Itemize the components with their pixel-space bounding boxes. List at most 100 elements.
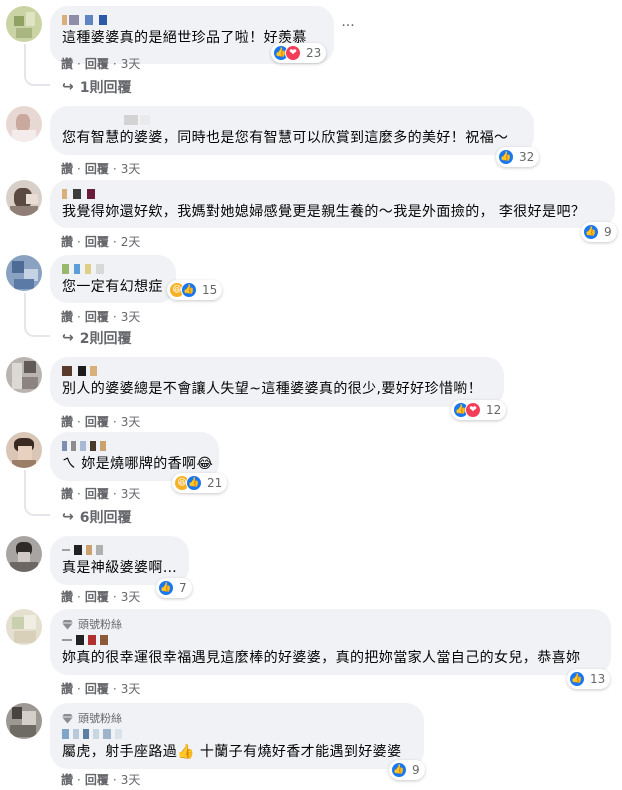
like-button[interactable]: 讚 [61,160,73,177]
comment-actions: 讚 · 回覆 · 3天 [61,160,141,177]
avatar[interactable] [6,255,42,291]
comment-actions: 讚 · 回覆 · 3天 [61,771,141,788]
thread-line [24,293,50,337]
view-replies-link[interactable]: ↪ 6則回覆 [62,507,131,527]
comment-bubble: 我覺得妳還好欸，我媽對她媳婦感覺更是親生養的～我是外面撿的， 李很好是吧？ [50,180,615,228]
reply-button[interactable]: 回覆 [85,680,109,697]
thread-line [24,44,50,86]
comment-bubble: 您有智慧的婆婆，同時也是您有智慧可以欣賞到這麼多的美好！祝福～ [50,106,534,155]
commenter-name[interactable] [62,633,599,647]
reaction-summary[interactable]: 👍 ❤ 23 [271,43,327,63]
commenter-name[interactable] [62,262,164,276]
view-replies-link[interactable]: ↪ 1則回覆 [62,77,131,97]
comment-bubble: 頭號粉絲 屬虎，射手座路過👍 十蘭子有燒好香才能遇到好婆婆 [50,703,424,769]
like-reaction-icon: 👍 [186,475,202,491]
comment-text: 真是神級婆婆啊… [62,560,178,576]
comment-time[interactable]: 3天 [121,413,141,430]
thread-line [24,470,50,516]
commenter-name[interactable] [62,113,522,127]
comment-time[interactable]: 3天 [121,588,141,605]
reaction-summary[interactable]: 😆 👍 15 [167,280,223,300]
comment-actions: 讚 · 回覆 · 2天 [61,233,141,250]
reaction-count: 9 [604,225,612,239]
like-button[interactable]: 讚 [61,308,73,325]
reply-button[interactable]: 回覆 [85,588,109,605]
avatar[interactable] [6,6,42,42]
reaction-summary[interactable]: 👍 32 [496,147,540,167]
comment-time[interactable]: 3天 [121,485,141,502]
love-reaction-icon: ❤ [465,402,481,418]
reply-button[interactable]: 回覆 [85,308,109,325]
reaction-summary[interactable]: 👍 ❤ 12 [451,400,507,420]
comment-time[interactable]: 2天 [121,233,141,250]
comment-text: 妳真的很幸運很幸福遇見這麼棒的好婆婆，真的把妳當家人當自己的女兒，恭喜妳 [62,650,581,666]
reply-button[interactable]: 回覆 [85,55,109,72]
diamond-badge-icon [62,713,73,724]
like-reaction-icon: 👍 [181,282,197,298]
like-button[interactable]: 讚 [61,413,73,430]
comment-bubble: 別人的婆婆總是不會讓人失望~這種婆婆真的很少,要好好珍惜喲！ [50,357,504,407]
like-button[interactable]: 讚 [61,588,73,605]
top-fan-badge[interactable]: 頭號粉絲 [62,616,599,632]
like-reaction-icon: 👍 [158,580,174,596]
view-replies-link[interactable]: ↪ 2則回覆 [62,328,131,348]
more-options-icon[interactable]: ··· [340,18,356,34]
reply-button[interactable]: 回覆 [85,233,109,250]
comment-time[interactable]: 3天 [121,771,141,788]
commenter-name[interactable] [62,364,492,378]
diamond-badge-icon [62,619,73,630]
reaction-count: 21 [207,476,223,490]
reply-arrow-icon: ↪ [62,509,74,525]
avatar[interactable] [6,432,42,468]
comment-actions: 讚 · 回覆 · 3天 [61,308,141,325]
avatar[interactable] [6,180,42,216]
comment-text: ㄟ 妳是燒哪牌的香啊😂 [62,456,214,472]
commenter-name[interactable] [62,543,177,557]
comment-actions: 讚 · 回覆 · 3天 [61,485,141,502]
commenter-name[interactable] [62,13,322,27]
like-button[interactable]: 讚 [61,233,73,250]
comment-time[interactable]: 3天 [121,55,141,72]
reply-button[interactable]: 回覆 [85,771,109,788]
reaction-summary[interactable]: 👍 9 [389,760,425,780]
comment-text: 您一定有幻想症 [62,279,163,295]
reaction-summary[interactable]: 😆 👍 21 [172,473,228,493]
avatar[interactable] [6,357,42,393]
avatar[interactable] [6,536,42,572]
avatar[interactable] [6,609,42,645]
reply-button[interactable]: 回覆 [85,485,109,502]
comment-bubble: 您一定有幻想症 [50,255,176,303]
like-button[interactable]: 讚 [61,55,73,72]
comment-actions: 讚 · 回覆 · 3天 [61,680,141,697]
comment-bubble: 頭號粉絲 妳真的很幸運很幸福遇見這麼棒的好婆婆，真的把妳當家人當自己的女兒，恭喜… [50,609,611,675]
top-fan-badge[interactable]: 頭號粉絲 [62,710,412,726]
reply-button[interactable]: 回覆 [85,413,109,430]
comment-time[interactable]: 3天 [121,680,141,697]
comment-time[interactable]: 3天 [121,308,141,325]
reply-arrow-icon: ↪ [62,330,74,346]
reply-arrow-icon: ↪ [62,79,74,95]
commenter-name[interactable] [62,727,412,741]
like-button[interactable]: 讚 [61,680,73,697]
avatar[interactable] [6,703,42,739]
comment-text: 屬虎，射手座路過👍 十蘭子有燒好香才能遇到好婆婆 [62,744,402,760]
like-button[interactable]: 讚 [61,485,73,502]
comment-time[interactable]: 3天 [121,160,141,177]
reaction-summary[interactable]: 👍 7 [156,578,192,598]
reaction-count: 15 [202,283,218,297]
like-button[interactable]: 讚 [61,771,73,788]
reaction-count: 9 [412,763,420,777]
reaction-summary[interactable]: 👍 13 [567,669,611,689]
reaction-count: 7 [179,581,187,595]
like-reaction-icon: 👍 [391,762,407,778]
commenter-name[interactable] [62,187,603,201]
commenter-name[interactable] [62,439,207,453]
comment-text: 別人的婆婆總是不會讓人失望~這種婆婆真的很少,要好好珍惜喲！ [62,381,483,397]
reply-button[interactable]: 回覆 [85,160,109,177]
reaction-count: 32 [519,150,535,164]
reaction-summary[interactable]: 👍 9 [581,222,617,242]
love-reaction-icon: ❤ [285,45,301,61]
comment-actions: 讚 · 回覆 · 3天 [61,55,141,72]
like-reaction-icon: 👍 [583,224,599,240]
avatar[interactable] [6,106,42,142]
